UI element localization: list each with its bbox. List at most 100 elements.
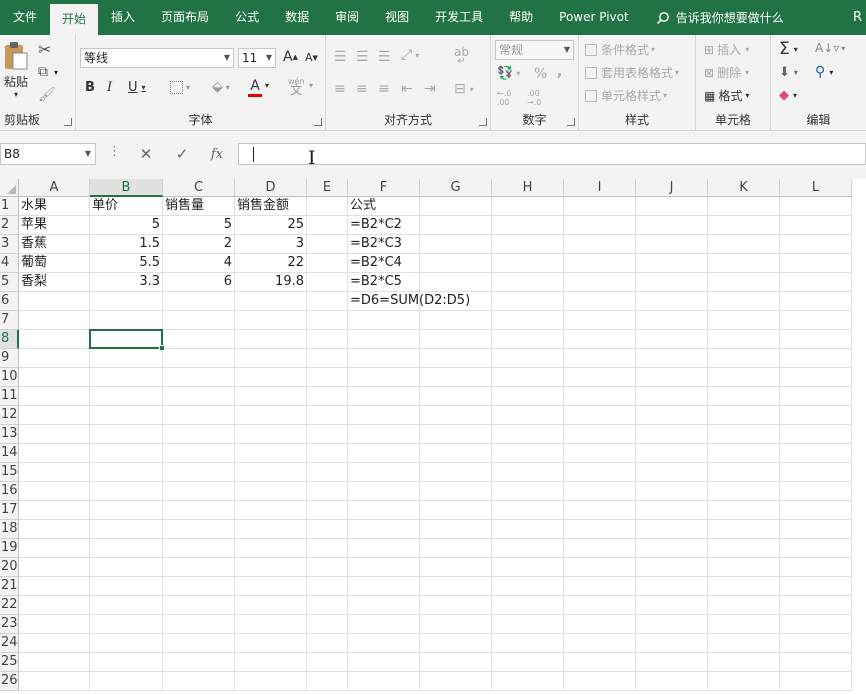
cell-a4[interactable]: 葡萄	[19, 254, 90, 273]
row-header-2[interactable]: 2	[0, 216, 19, 235]
cancel-entry-button[interactable]: ✕	[134, 143, 158, 165]
cell-e26[interactable]	[307, 672, 348, 691]
wrap-text-button[interactable]: ab ↵	[454, 46, 469, 67]
cell-l25[interactable]	[780, 653, 852, 672]
cell-a26[interactable]	[19, 672, 90, 691]
cell-k26[interactable]	[708, 672, 780, 691]
cell-a6[interactable]	[19, 292, 90, 311]
cell-h15[interactable]	[492, 463, 564, 482]
cell-k12[interactable]	[708, 406, 780, 425]
tab-home[interactable]: 开始	[50, 4, 99, 35]
cell-e1[interactable]	[307, 197, 348, 216]
cell-a14[interactable]	[19, 444, 90, 463]
cell-g10[interactable]	[420, 368, 492, 387]
cell-d22[interactable]	[235, 596, 307, 615]
cell-c6[interactable]	[163, 292, 235, 311]
cell-e2[interactable]	[307, 216, 348, 235]
cell-j2[interactable]	[636, 216, 708, 235]
cell-g2[interactable]	[420, 216, 492, 235]
cell-i2[interactable]	[564, 216, 636, 235]
cut-button[interactable]: ✂	[38, 40, 51, 59]
cell-k3[interactable]	[708, 235, 780, 254]
row-header-1[interactable]: 1	[0, 197, 19, 216]
clear-button[interactable]: ◆ ▾	[779, 88, 797, 103]
row-header-5[interactable]: 5	[0, 273, 19, 292]
autosum-button[interactable]: Σ ▾	[779, 39, 798, 59]
cell-g22[interactable]	[420, 596, 492, 615]
cell-c8[interactable]	[163, 330, 235, 349]
cell-h26[interactable]	[492, 672, 564, 691]
cell-j9[interactable]	[636, 349, 708, 368]
cell-d14[interactable]	[235, 444, 307, 463]
cell-a2[interactable]: 苹果	[19, 216, 90, 235]
row-header-9[interactable]: 9	[0, 349, 19, 368]
cell-b9[interactable]	[90, 349, 163, 368]
cell-a17[interactable]	[19, 501, 90, 520]
cell-h22[interactable]	[492, 596, 564, 615]
column-header-j[interactable]: J	[636, 179, 708, 197]
cell-b14[interactable]	[90, 444, 163, 463]
cell-f5[interactable]: =B2*C5	[348, 273, 420, 292]
cell-l19[interactable]	[780, 539, 852, 558]
cell-k22[interactable]	[708, 596, 780, 615]
cell-d24[interactable]	[235, 634, 307, 653]
increase-indent-button[interactable]: ⇥	[424, 81, 436, 97]
tab-powerpivot[interactable]: Power Pivot	[546, 0, 642, 35]
cell-a10[interactable]	[19, 368, 90, 387]
cell-f2[interactable]: =B2*C2	[348, 216, 420, 235]
tab-formulas[interactable]: 公式	[222, 0, 272, 35]
copy-button[interactable]: ⧉ ▾	[38, 64, 58, 80]
cell-c12[interactable]	[163, 406, 235, 425]
cell-d25[interactable]	[235, 653, 307, 672]
row-header-18[interactable]: 18	[0, 520, 19, 539]
cell-j14[interactable]	[636, 444, 708, 463]
cell-j23[interactable]	[636, 615, 708, 634]
decrease-indent-button[interactable]: ⇤	[401, 81, 413, 97]
cell-e22[interactable]	[307, 596, 348, 615]
cell-j3[interactable]	[636, 235, 708, 254]
cell-l23[interactable]	[780, 615, 852, 634]
cell-f4[interactable]: =B2*C4	[348, 254, 420, 273]
cell-f15[interactable]	[348, 463, 420, 482]
tab-help[interactable]: 帮助	[496, 0, 546, 35]
cell-l15[interactable]	[780, 463, 852, 482]
cell-d8[interactable]	[235, 330, 307, 349]
merge-center-button[interactable]: ⊟ ▾	[454, 81, 474, 97]
active-cell-selection[interactable]	[89, 329, 165, 351]
name-box[interactable]: B8 ▼	[0, 143, 96, 165]
cell-c3[interactable]: 2	[163, 235, 235, 254]
cell-f12[interactable]	[348, 406, 420, 425]
cell-d9[interactable]	[235, 349, 307, 368]
align-center-button[interactable]: ≡	[356, 81, 368, 97]
cell-h12[interactable]	[492, 406, 564, 425]
cell-f11[interactable]	[348, 387, 420, 406]
phonetic-button[interactable]: wén 文	[288, 77, 305, 96]
row-header-4[interactable]: 4	[0, 254, 19, 273]
insert-cells-button[interactable]: ⊞ 插入 ▾	[704, 41, 749, 58]
cell-a9[interactable]	[19, 349, 90, 368]
cell-d26[interactable]	[235, 672, 307, 691]
cell-c9[interactable]	[163, 349, 235, 368]
cell-i12[interactable]	[564, 406, 636, 425]
underline-button[interactable]: U ▾	[128, 80, 146, 95]
cell-f23[interactable]	[348, 615, 420, 634]
row-header-17[interactable]: 17	[0, 501, 19, 520]
increase-decimal-button[interactable]: ←.0 .00	[497, 89, 525, 107]
cell-d12[interactable]	[235, 406, 307, 425]
cell-a12[interactable]	[19, 406, 90, 425]
cell-e4[interactable]	[307, 254, 348, 273]
find-select-button[interactable]: ⚲ ▾	[815, 64, 833, 80]
cell-l10[interactable]	[780, 368, 852, 387]
cell-l26[interactable]	[780, 672, 852, 691]
font-size-select[interactable]: 11 ▼	[238, 48, 276, 68]
cell-h1[interactable]	[492, 197, 564, 216]
cell-a13[interactable]	[19, 425, 90, 444]
column-header-k[interactable]: K	[708, 179, 780, 197]
cell-a3[interactable]: 香蕉	[19, 235, 90, 254]
comma-style-button[interactable]: ,	[557, 64, 562, 80]
tab-view[interactable]: 视图	[372, 0, 422, 35]
cell-e11[interactable]	[307, 387, 348, 406]
row-header-7[interactable]: 7	[0, 311, 19, 330]
cell-i23[interactable]	[564, 615, 636, 634]
cell-h8[interactable]	[492, 330, 564, 349]
